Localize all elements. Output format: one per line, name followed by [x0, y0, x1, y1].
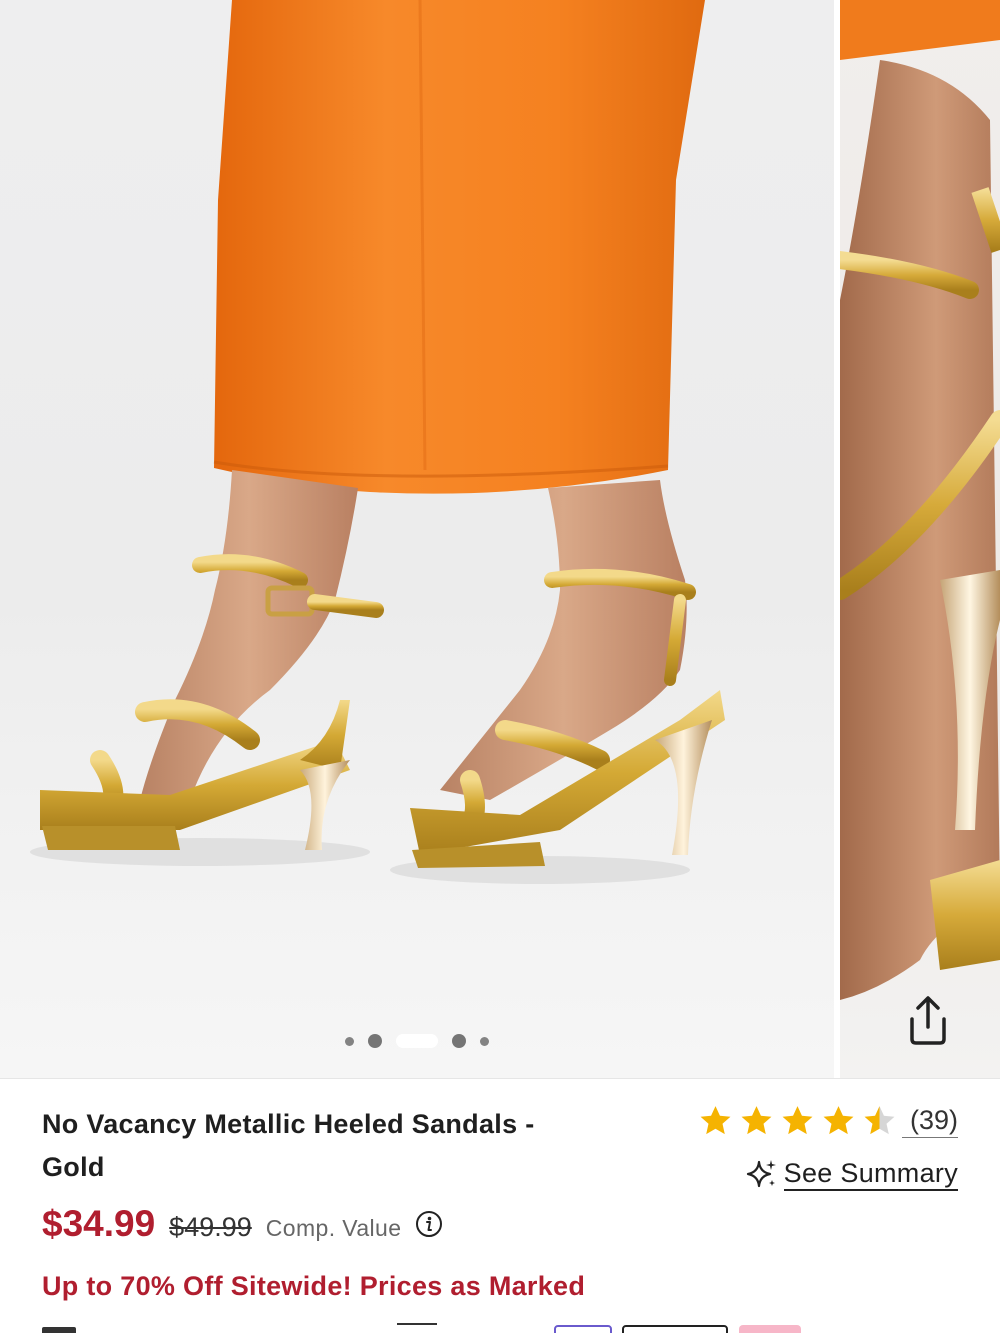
partially-visible-row	[42, 1323, 982, 1333]
see-summary-link[interactable]: See Summary	[746, 1157, 958, 1191]
star-full-icon	[782, 1106, 813, 1135]
review-count-link[interactable]: (39)	[901, 1103, 958, 1138]
product-image-next[interactable]	[840, 0, 1000, 1078]
carousel-dot[interactable]	[345, 1036, 354, 1046]
product-image-main[interactable]	[0, 0, 834, 1078]
comp-value-label: Comp. Value	[265, 1215, 402, 1241]
sale-price: $34.99	[42, 1203, 156, 1244]
carousel-dot-active[interactable]	[396, 1034, 438, 1048]
original-price: $49.99	[169, 1212, 252, 1242]
rating-summary[interactable]: (39)	[699, 1103, 958, 1138]
share-icon	[910, 996, 946, 1045]
carousel-dot[interactable]	[480, 1036, 489, 1046]
carousel-dot[interactable]	[452, 1034, 466, 1048]
star-half-icon	[864, 1106, 895, 1135]
info-icon[interactable]	[415, 1210, 443, 1238]
carousel-dot[interactable]	[368, 1034, 382, 1048]
promo-banner: Up to 70% Off Sitewide! Prices as Marked	[42, 1271, 586, 1301]
share-button[interactable]	[896, 988, 960, 1052]
product-info: No Vacancy Metallic Heeled Sandals - Gol…	[0, 1078, 1000, 1333]
product-title: No Vacancy Metallic Heeled Sandals - Gol…	[42, 1109, 535, 1182]
see-summary-label: See Summary	[783, 1157, 958, 1191]
product-photo	[30, 0, 725, 884]
star-rating	[699, 1104, 896, 1137]
carousel-pagination	[0, 1030, 834, 1052]
sparkle-icon	[746, 1160, 776, 1188]
product-image-carousel[interactable]	[0, 0, 1000, 1078]
product-photo-closeup	[840, 0, 1000, 1000]
star-full-icon	[823, 1106, 854, 1135]
price-row: $34.99 $49.99 Comp. Value	[42, 1203, 443, 1245]
star-full-icon	[700, 1106, 731, 1135]
star-full-icon	[741, 1106, 772, 1135]
